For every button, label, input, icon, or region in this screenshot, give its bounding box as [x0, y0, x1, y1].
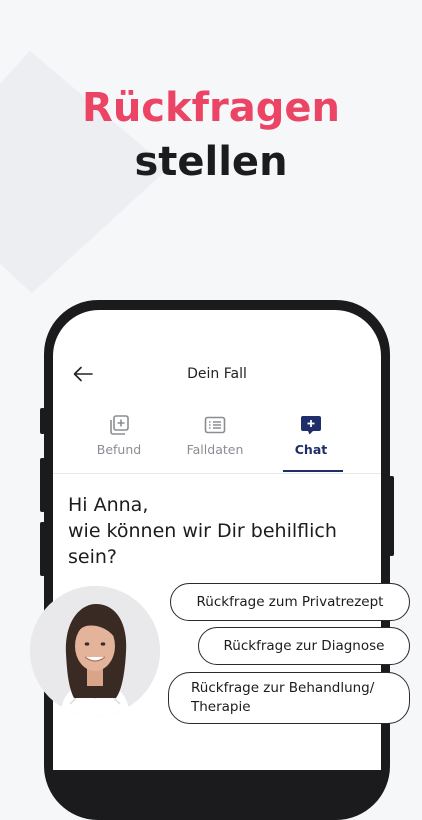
chat-plus-icon [301, 416, 321, 435]
phone-mute-switch [40, 408, 45, 434]
quick-reply-label: Rückfrage zum Privatrezept [196, 594, 384, 610]
phone-volume-up [40, 458, 45, 512]
tab-label: Chat [294, 442, 328, 457]
list-card-icon [204, 416, 226, 434]
quick-reply-behandlung[interactable]: Rückfrage zur Behandlung/ Therapie [168, 672, 410, 724]
headline: stellen [134, 139, 288, 185]
tab-bar: Befund Falldaten Chat [53, 408, 381, 474]
tab-label: Befund [96, 442, 142, 457]
doctor-avatar [30, 586, 160, 716]
greeting-line: sein? [68, 546, 117, 568]
app-bar: Dein Fall [53, 358, 381, 390]
quick-reply-label: Rückfrage zur Behandlung/ Therapie [191, 679, 374, 717]
screen-title: Dein Fall [187, 366, 247, 382]
tab-chat[interactable]: Chat [265, 408, 357, 472]
greeting-line: Hi Anna, [68, 494, 149, 516]
quick-reply-label-line: Rückfrage zur Behandlung/ [191, 680, 375, 696]
quick-reply-label-line: Therapie [191, 699, 251, 715]
tab-falldaten[interactable]: Falldaten [169, 408, 261, 472]
active-tab-indicator [283, 470, 343, 472]
chat-greeting: Hi Anna, wie können wir Dir behilflich s… [68, 492, 368, 570]
greeting-line: wie können wir Dir behilflich [68, 520, 337, 542]
doctor-portrait [30, 586, 160, 716]
quick-reply-label: Rückfrage zur Diagnose [223, 638, 385, 654]
tab-befund[interactable]: Befund [73, 408, 165, 472]
quick-reply-privatrezept[interactable]: Rückfrage zum Privatrezept [170, 583, 410, 621]
tabs-divider [53, 473, 381, 474]
add-document-icon [110, 415, 129, 435]
phone-volume-down [40, 522, 45, 576]
tab-label: Falldaten [186, 442, 244, 457]
quick-reply-diagnose[interactable]: Rückfrage zur Diagnose [198, 627, 410, 665]
headline-accent: Rückfragen [82, 85, 340, 131]
phone-power-button [389, 476, 394, 556]
